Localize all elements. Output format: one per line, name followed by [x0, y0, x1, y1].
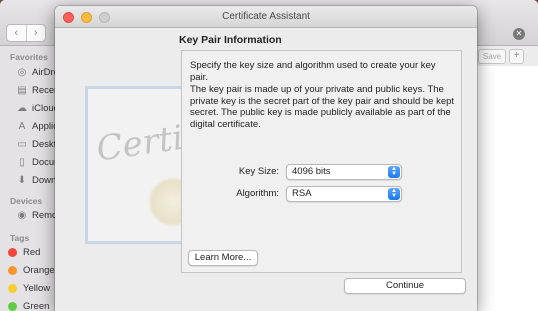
downloads-icon: ⬇	[17, 174, 27, 186]
back-forward-buttons: ‹ ›	[6, 24, 46, 42]
save-search-button[interactable]: Save	[478, 49, 506, 64]
green-tag-icon	[8, 301, 17, 311]
continue-button[interactable]: Continue	[344, 278, 466, 294]
title-bar[interactable]: Certificate Assistant	[55, 6, 477, 28]
sidebar-item-label: Orange	[23, 264, 55, 276]
yellow-tag-icon	[8, 283, 17, 293]
algorithm-label: Algorithm:	[236, 188, 279, 199]
icloud-icon: ☁	[17, 102, 27, 114]
orange-tag-icon	[8, 265, 17, 275]
applications-icon: A	[18, 120, 26, 132]
sidebar-item-label: Green	[23, 300, 50, 311]
sidebar-tag-yellow[interactable]: Yellow	[6, 281, 50, 295]
key-size-value: 4096 bits	[292, 166, 331, 177]
sidebar-item-label: Yellow	[23, 282, 51, 294]
red-tag-icon	[8, 247, 17, 257]
key-pair-panel: Specify the key size and algorithm used …	[181, 50, 462, 273]
forward-arrow-icon[interactable]: ›	[25, 25, 46, 41]
chevron-up-down-icon: ▲ ▼	[388, 166, 400, 178]
certificate-assistant-window: Certificate Assistant Certificate Key Pa…	[55, 6, 477, 311]
learn-more-button[interactable]: Learn More...	[188, 250, 258, 266]
disc-icon: ◉	[17, 209, 27, 221]
chevron-up-down-icon: ▲ ▼	[388, 188, 400, 200]
desktop-icon: ▭	[17, 138, 27, 150]
algorithm-select[interactable]: RSA ▲ ▼	[286, 186, 402, 202]
sidebar-tags-header: Tags	[10, 233, 30, 243]
algorithm-value: RSA	[292, 188, 312, 199]
intro-text: Specify the key size and algorithm used …	[190, 60, 436, 83]
search-clear-icon[interactable]: ✕	[513, 28, 525, 40]
key-size-select[interactable]: 4096 bits ▲ ▼	[286, 164, 402, 180]
description-text: The key pair is made up of your private …	[190, 84, 455, 130]
sidebar-devices-header: Devices	[10, 196, 43, 206]
window-title: Certificate Assistant	[222, 11, 310, 22]
sidebar-item-label: Red	[23, 246, 41, 258]
key-size-label: Key Size:	[238, 166, 279, 177]
documents-icon: ▯	[19, 156, 25, 168]
recents-icon: ▤	[17, 84, 27, 96]
back-arrow-icon[interactable]: ‹	[7, 25, 26, 41]
sidebar-tag-orange[interactable]: Orange	[6, 263, 55, 277]
sidebar-tag-green[interactable]: Green	[6, 299, 49, 311]
finder-sidebar: Favorites ◎ AirDrop ▤ Recents ☁ iCloud A…	[0, 46, 86, 311]
sidebar-item-icloud[interactable]: ☁ iCloud	[16, 101, 59, 115]
sidebar-favorites-header: Favorites	[10, 52, 48, 62]
page-title: Key Pair Information	[179, 34, 282, 46]
sidebar-tag-red[interactable]: Red	[6, 245, 40, 259]
add-criteria-button[interactable]: +	[509, 49, 524, 64]
airdrop-icon: ◎	[17, 66, 27, 78]
